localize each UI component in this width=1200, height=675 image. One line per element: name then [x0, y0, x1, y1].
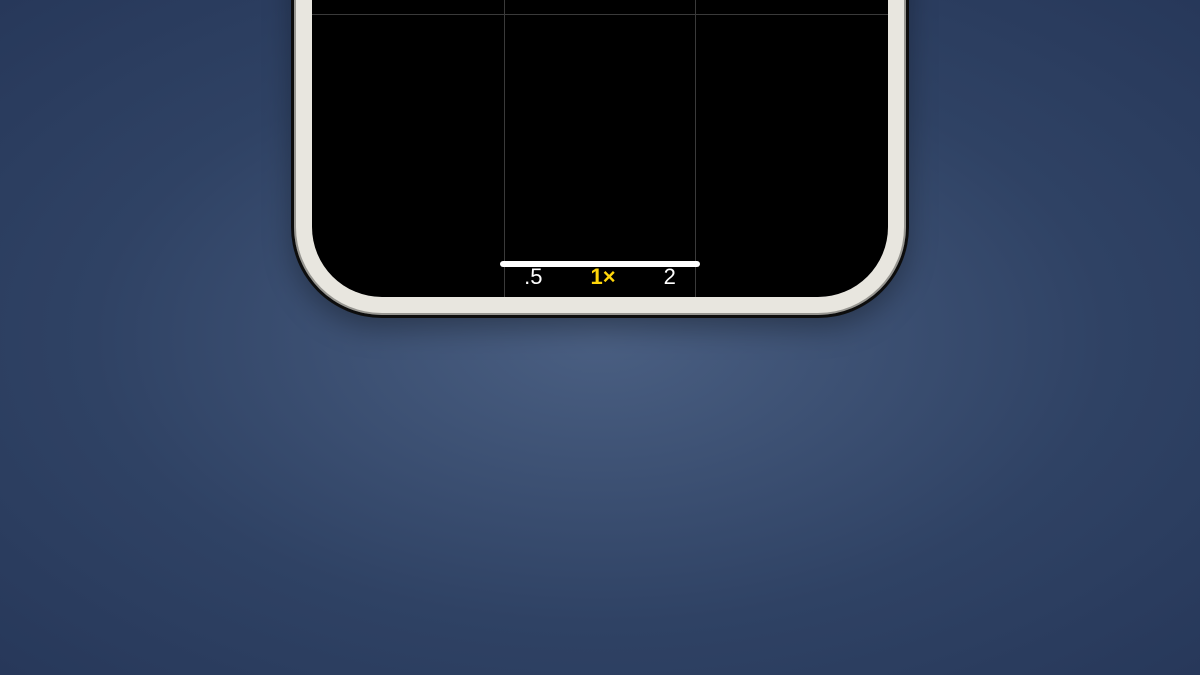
grid-line-horizontal	[312, 14, 888, 15]
phone-frame: .5 1× 2 Timer Off 3s 10s + ···	[294, 0, 906, 315]
home-indicator[interactable]	[500, 261, 700, 267]
zoom-level-0-5x[interactable]: .5	[524, 264, 542, 290]
zoom-selector: .5 1× 2	[312, 264, 888, 290]
zoom-level-1x[interactable]: 1×	[591, 264, 616, 290]
camera-viewfinder	[312, 0, 888, 297]
grid-line-vertical	[695, 0, 696, 297]
grid-line-vertical	[504, 0, 505, 297]
camera-screen: .5 1× 2 Timer Off 3s 10s + ···	[312, 0, 888, 297]
zoom-level-2x[interactable]: 2	[664, 264, 676, 290]
